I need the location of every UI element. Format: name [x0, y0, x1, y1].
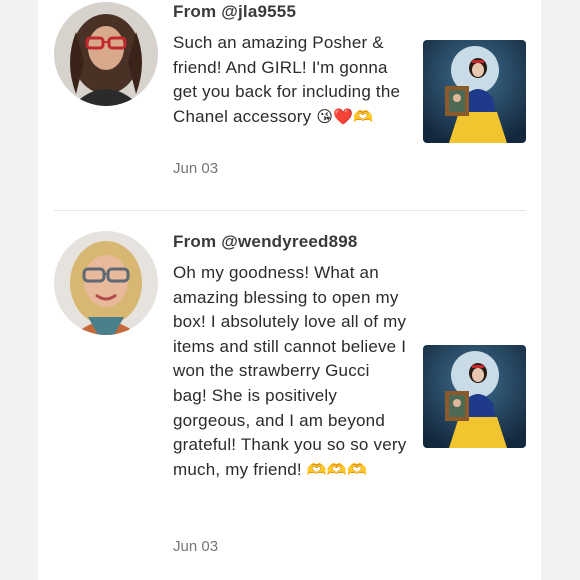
divider — [54, 210, 526, 211]
emoji-group: 🫶🫶🫶 — [306, 459, 368, 479]
feedback-message-text: Oh my goodness! What an amazing blessing… — [173, 263, 407, 479]
feedback-date: Jun 03 — [173, 160, 219, 177]
from-username[interactable]: From @jla9555 — [173, 2, 296, 22]
listing-thumbnail-icon[interactable] — [423, 40, 526, 143]
user-avatar-icon[interactable] — [54, 2, 158, 106]
user-avatar-icon[interactable] — [54, 231, 158, 335]
listing-thumbnail-icon[interactable] — [423, 345, 526, 448]
feedback-message: Such an amazing Posher & friend! And GIR… — [173, 31, 408, 129]
feedback-card: From @jla9555 Such an amazing Posher & f… — [38, 0, 541, 580]
feedback-date: Jun 03 — [173, 538, 219, 555]
feedback-message: Oh my goodness! What an amazing blessing… — [173, 261, 408, 482]
from-username[interactable]: From @wendyreed898 — [173, 232, 358, 252]
emoji-group: 😘❤️🫶 — [316, 106, 374, 126]
